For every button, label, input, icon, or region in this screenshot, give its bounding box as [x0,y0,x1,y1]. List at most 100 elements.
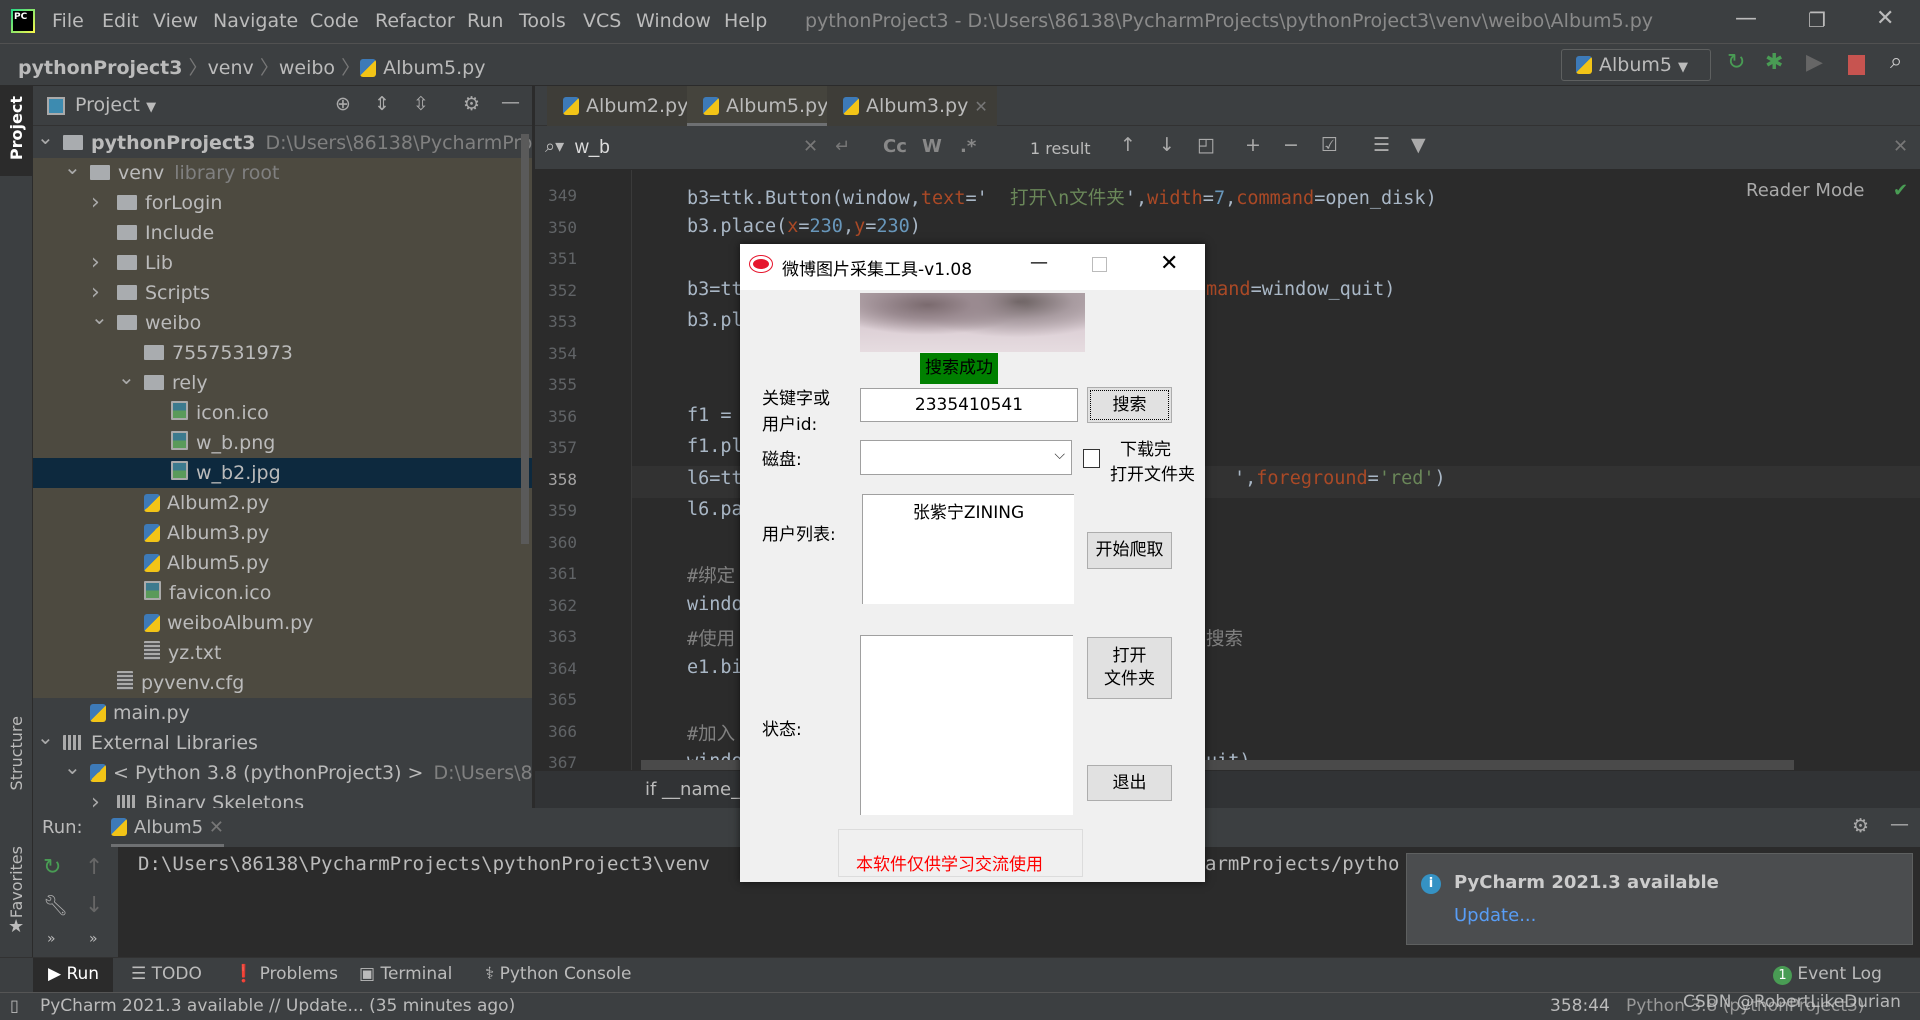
code-fragment[interactable]: ',foreground='red') [1234,468,1446,489]
code-fragment[interactable]: windo [687,594,743,615]
close-button[interactable]: ✕ [1876,6,1894,31]
tree-item[interactable]: ⌄ External Libraries [33,728,532,758]
code-fragment[interactable]: #使用 [687,625,735,651]
tree-item[interactable]: › Lib [33,248,532,278]
disk-combobox[interactable]: ⌵ [860,440,1072,475]
run-config-select[interactable]: Album5 ▼ [1561,49,1711,81]
chevron-right-icon[interactable]: › [91,278,100,308]
project-view-select[interactable]: Project ▼ [75,94,156,116]
tree-item[interactable]: ⌄ < Python 3.8 (pythonProject3) > D:\Users… [33,758,532,788]
code-fragment[interactable]: e1.bi [687,657,743,678]
open-after-checkbox[interactable] [1083,449,1100,468]
menu-view[interactable]: View [153,10,198,32]
tree-item[interactable]: ⌄ weibo [33,308,532,338]
more-icon[interactable]: » [47,931,56,947]
rerun-icon[interactable]: ↻ [43,855,61,880]
menu-tools[interactable]: Tools [519,10,566,32]
tree-item[interactable]: ⌄ pythonProject3 D:\Users\86138\PycharmPro… [33,128,532,158]
tree-item[interactable]: Album2.py [33,488,532,518]
menu-run[interactable]: Run [467,10,503,32]
chevron-down-icon[interactable]: ⌄ [118,368,135,392]
locate-icon[interactable]: ⊕ [335,93,351,115]
code-fragment[interactable]: f1.pl [687,436,743,457]
code-fragment[interactable]: l6=tt [687,468,743,489]
tool-tab-run[interactable]: ▶ Run [48,964,99,984]
tree-item[interactable]: favicon.ico [33,578,532,608]
breadcrumb-item[interactable]: weibo [279,57,335,79]
breadcrumb-item[interactable]: if __name__ [645,779,749,800]
gear-icon[interactable]: ⚙ [463,93,480,115]
stripe-favorites[interactable]: Favorites [7,846,26,918]
more-icon[interactable]: » [89,931,98,947]
event-log-button[interactable]: 1 Event Log [1773,964,1882,985]
tool-tab-todo[interactable]: ☰ TODO [131,964,202,984]
expand-all-icon[interactable]: ⇕ [374,93,390,115]
open-in-window-icon[interactable]: ◰ [1197,134,1215,156]
hide-icon[interactable]: — [1890,813,1909,835]
tree-item[interactable]: pyvenv.cfg [33,668,532,698]
tree-item[interactable]: w_b2.jpg [33,458,532,488]
dialog-minimize-button[interactable]: — [1030,252,1048,273]
code-fragment[interactable]: mand=window_quit) [1206,279,1395,300]
status-message[interactable]: PyCharm 2021.3 available // Update... (3… [40,996,515,1016]
tree-item[interactable]: › forLogin [33,188,532,218]
collapse-all-icon[interactable]: ⇳ [413,93,429,115]
stripe-structure[interactable]: Structure [7,716,26,790]
breadcrumb-item[interactable]: venv [208,57,254,79]
status-textbox[interactable] [860,635,1073,815]
restore-button[interactable]: ❐ [1808,8,1826,32]
user-list-item[interactable]: 张紫宁ZINING [863,495,1074,523]
reader-mode-button[interactable]: Reader Mode [1746,180,1864,201]
remove-selection-icon[interactable]: − [1283,134,1299,156]
filter-icon[interactable]: ▼ [1411,134,1426,156]
code-fragment[interactable]: #加入 [687,720,735,746]
coverage-icon[interactable]: ▶ [1806,50,1823,75]
down-icon[interactable]: ↓ [85,893,103,918]
tree-scrollbar[interactable] [521,134,529,544]
tree-item[interactable]: Album3.py [33,518,532,548]
chevron-down-icon[interactable]: ⌄ [64,758,81,782]
chevron-right-icon[interactable]: › [91,248,100,278]
tool-tab-problems[interactable]: ❗ Problems [233,964,338,984]
tool-tab-terminal[interactable]: ▣ Terminal [359,964,452,984]
tree-item[interactable]: ⌄ venv library root [33,158,532,188]
code-fragment[interactable]: b3.place(x=230,y=230) [687,216,921,237]
dialog-close-button[interactable]: ✕ [1160,251,1178,276]
chevron-down-icon[interactable]: ⌄ [37,128,54,152]
stop-icon[interactable] [1848,55,1865,75]
user-listbox[interactable]: 张紫宁ZINING [862,494,1074,604]
tree-item[interactable]: weiboAlbum.py [33,608,532,638]
clear-icon[interactable]: ✕ [803,136,818,157]
match-case-toggle[interactable]: Cc [883,136,907,157]
select-all-icon[interactable]: ☑ [1321,134,1338,156]
start-crawl-button[interactable]: 开始爬取 [1087,532,1172,569]
inspection-ok-icon[interactable]: ✔ [1893,180,1908,201]
tree-item[interactable]: Album5.py [33,548,532,578]
new-line-icon[interactable]: ↵ [835,136,850,157]
wrench-icon[interactable]: 🔧︎ [43,893,68,917]
chevron-down-icon[interactable]: ⌄ [64,158,81,182]
regex-toggle[interactable]: .* [960,136,976,157]
dialog-maximize-button[interactable] [1092,257,1107,272]
quit-button[interactable]: 退出 [1087,765,1172,801]
tree-item[interactable]: w_b.png [33,428,532,458]
tree-item[interactable]: yz.txt [33,638,532,668]
search-icon[interactable]: ⌕ [1890,49,1902,74]
code-fragment[interactable]: b3.pl [687,310,743,331]
menu-help[interactable]: Help [724,10,767,32]
previous-occurrence-icon[interactable]: ↑ [1120,134,1136,156]
chevron-down-icon[interactable]: ⌄ [91,308,108,332]
menu-refactor[interactable]: Refactor [375,10,455,32]
up-icon[interactable]: ↑ [85,855,103,880]
tree-item[interactable]: Include [33,218,532,248]
dialog-title-bar[interactable]: 微博图片采集工具-v1.08 — ✕ [740,244,1205,290]
code-fragment[interactable]: l6.pa [687,499,743,520]
close-find-icon[interactable]: ✕ [1893,136,1908,157]
tree-item[interactable]: ⌄ rely [33,368,532,398]
tree-item[interactable]: icon.ico [33,398,532,428]
next-occurrence-icon[interactable]: ↓ [1159,134,1175,156]
editor-tab[interactable]: Album3.py ✕ [827,86,997,126]
close-tab-icon[interactable]: ✕ [974,97,987,116]
chevron-right-icon[interactable]: › [91,188,100,218]
tool-tab-python-console[interactable]: ⚕ Python Console [485,964,631,984]
